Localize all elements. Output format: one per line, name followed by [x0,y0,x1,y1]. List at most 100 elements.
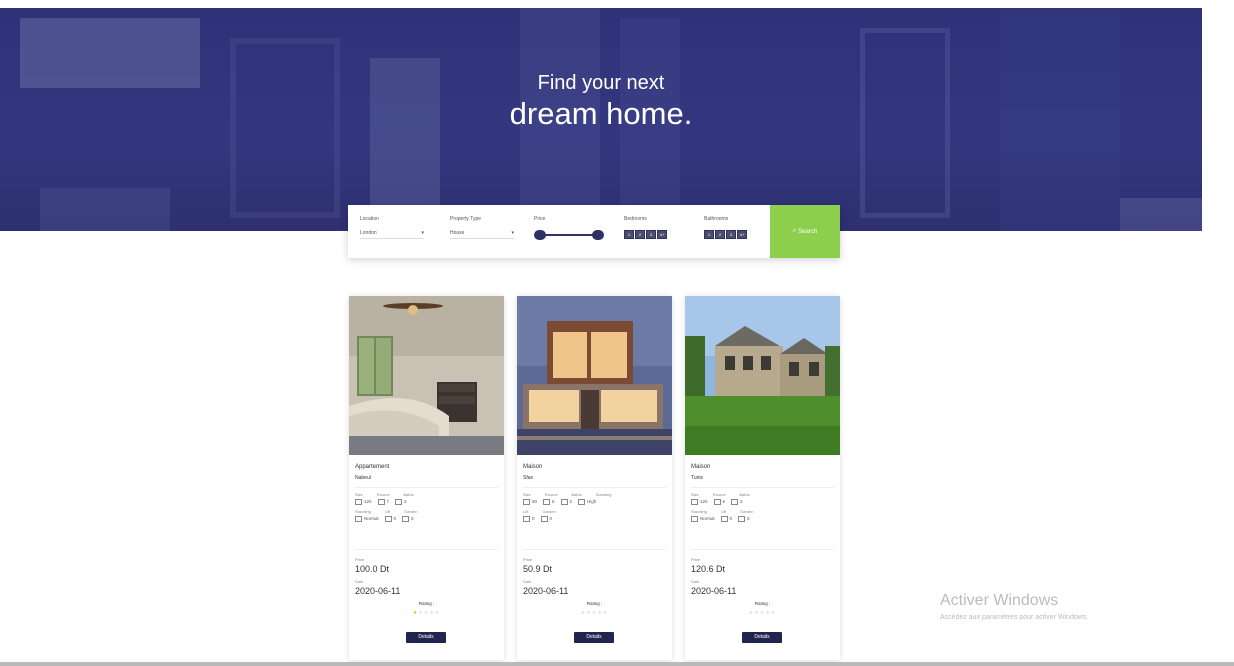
property-card: Appartement Nabeul Size Rooms Baths 120 … [349,296,504,660]
property-type: Maison [523,464,543,470]
property-specs: Size Rooms Baths 120 6 3 Standing Lift G… [691,492,836,526]
page: Find your next dream home. Location Lond… [0,0,1234,666]
bathrooms-option[interactable]: 1 [704,230,714,239]
spec-value: 3 [404,499,407,505]
property-specs: Size Rooms Baths 120 7 3 Standing Lift G… [355,492,500,526]
price-range-track [538,234,600,236]
spec-header: Baths [571,492,582,497]
spec-header: Lift [384,509,391,514]
spec-value: 2 [569,499,573,505]
rating-stars: ★★★★★ [517,610,672,616]
property-photo [685,296,840,455]
property-type-label: Property Type [450,216,482,222]
property-date: 2020-06-11 [523,586,569,596]
spec-header: Garden [542,509,556,514]
area-icon [523,499,530,505]
details-button[interactable]: Details [406,632,446,643]
star-icon: ★ [602,610,609,616]
property-date: 2020-06-11 [691,586,737,596]
rating-stars: ★★★★★ [685,610,840,616]
standing-icon [578,499,586,505]
price-range-slider[interactable] [534,230,604,240]
price-max-handle[interactable] [592,230,604,240]
price-label: Price [691,557,701,562]
bath-icon [731,499,739,505]
property-type-select[interactable]: House ▾ [450,230,514,239]
spec-header: Baths [739,492,750,497]
property-price: 50.9 Dt [523,564,553,574]
window-bottom-edge [0,662,1234,666]
area-icon [691,499,698,505]
windows-activation-watermark: Activer Windows Accédez aux paramètres p… [940,592,1088,621]
property-type: Maison [691,464,711,470]
hero-banner: Find your next dream home. [0,8,1202,231]
rating-label: Rating : [754,601,771,606]
bedrooms-option[interactable]: 2 [635,230,645,239]
rating-label: Rating : [586,601,603,606]
spec-header: Baths [403,492,414,497]
property-type-value: House [450,230,465,236]
spec-header: Standing [691,509,707,514]
hero-title-line1: Find your next [537,72,665,94]
garden-icon [540,516,548,522]
date-label: Date [691,579,700,584]
spec-header: Garden [740,509,754,514]
divider [355,487,498,488]
spec-header: Standing [355,509,371,514]
chevron-down-icon: ▾ [421,230,424,236]
search-button[interactable]: ⌕ Search [770,205,840,258]
property-photo [349,296,504,455]
bedrooms-option[interactable]: 3 [646,230,656,239]
bedrooms-option[interactable]: 4+ [657,230,667,239]
property-city: Sfax [523,475,534,481]
spec-value: 0 [393,516,397,522]
property-city: Tunis [691,475,704,481]
bathrooms-options: 1 2 3 4+ [704,230,747,239]
details-button[interactable]: Details [742,632,782,643]
spec-header: Rooms [544,492,558,497]
bedrooms-field: Bedrooms 1 2 3 4+ [624,216,667,239]
spec-header: Size [523,492,531,497]
spec-value: 0 [747,516,750,522]
watermark-subtitle: Accédez aux paramètres pour activer Wind… [940,614,1089,621]
price-min-handle[interactable] [534,230,546,240]
details-button[interactable]: Details [574,632,614,643]
watermark-title: Activer Windows [940,592,1059,609]
bedrooms-option[interactable]: 1 [624,230,634,239]
bathrooms-option[interactable]: 3 [726,230,736,239]
property-card: Maison Sfax Size Rooms Baths Standing 90… [517,296,672,660]
bath-icon [395,499,403,505]
bathrooms-option[interactable]: 2 [715,230,725,239]
bathrooms-label: Bathrooms [704,216,729,222]
date-label: Date [355,579,364,584]
spec-value: 120 [364,499,372,505]
divider [523,487,666,488]
spec-header: Rooms [376,492,390,497]
lift-icon [523,516,530,522]
price-label: Price [355,557,365,562]
search-button-label: Search [798,228,818,235]
spec-value: 0 [729,516,733,522]
search-bar: Location London ▾ Property Type House ▾ … [348,205,840,258]
bathrooms-option[interactable]: 4+ [737,230,747,239]
hero-title-line2: dream home. [509,96,693,131]
spec-value: 0 [549,516,553,522]
divider [355,549,498,550]
search-icon: ⌕ [792,228,797,234]
spec-value: 3 [740,499,743,505]
date-label: Date [523,579,532,584]
spec-value: 6 [552,499,555,505]
property-date: 2020-06-11 [355,586,401,596]
garden-icon [402,516,410,522]
location-select[interactable]: London ▾ [360,230,424,239]
spec-header: Rooms [712,492,726,497]
standing-icon [355,516,362,522]
spec-header: Lift [523,509,529,514]
spec-value: 7 [386,499,390,505]
spec-header: Size [355,492,363,497]
rating-label: Rating : [418,601,435,606]
bedrooms-options: 1 2 3 4+ [624,230,667,239]
spec-header: Lift [720,509,727,514]
chevron-down-icon: ▾ [511,230,514,236]
spec-value: 0 [411,516,414,522]
